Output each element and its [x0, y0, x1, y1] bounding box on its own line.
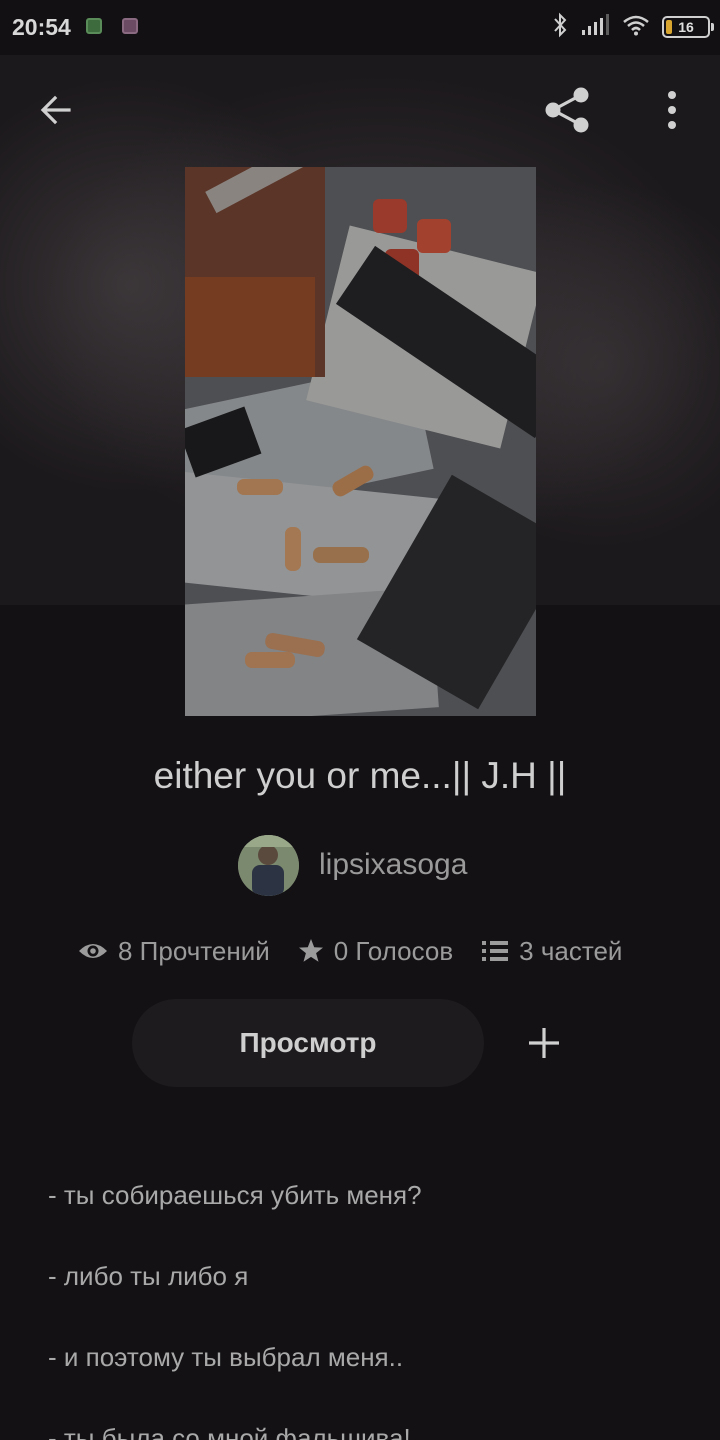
- list-icon: [482, 941, 509, 961]
- status-time: 20:54: [12, 14, 71, 40]
- more-vertical-icon: [668, 91, 676, 129]
- avatar[interactable]: [238, 834, 299, 896]
- signal-icon: [580, 13, 610, 41]
- battery-icon: 16: [662, 16, 714, 38]
- battery-level: 16: [678, 19, 694, 35]
- eye-icon: [79, 944, 107, 958]
- notification-purple-icon: [122, 18, 138, 34]
- notification-green-icon: [86, 18, 102, 34]
- arrow-left-icon: [40, 95, 71, 125]
- author-link[interactable]: lipsixasoga: [238, 834, 467, 896]
- votes-count: 0 Голосов: [333, 935, 454, 966]
- reads-stat: 8 Прочтений: [78, 936, 270, 967]
- avatar-image: [238, 834, 299, 896]
- story-title: either you or me...|| J.H ||: [153, 755, 567, 796]
- story-description: - ты собираешься убить меня? - либо ты л…: [48, 1178, 688, 1440]
- share-icon: [545, 87, 589, 133]
- reads-count: 8 Прочтений: [118, 935, 270, 966]
- author-name[interactable]: lipsixasoga: [319, 848, 467, 882]
- back-button[interactable]: [26, 80, 86, 140]
- description-line: - ты была со мной фальшива!: [48, 1423, 411, 1440]
- share-button[interactable]: [537, 80, 597, 140]
- description-line: - либо ты либо я: [48, 1261, 249, 1291]
- description-line: - и поэтому ты выбрал меня..: [48, 1342, 404, 1372]
- add-to-library-button[interactable]: [516, 1015, 572, 1071]
- parts-count: 3 частей: [519, 935, 623, 966]
- battery-fill: [666, 20, 672, 34]
- status-bar: 20:54 16: [0, 0, 720, 55]
- description-line: - ты собираешься убить меня?: [48, 1180, 422, 1210]
- bluetooth-icon: [552, 12, 568, 43]
- more-options-button[interactable]: [642, 80, 702, 140]
- story-stats: 8 Прочтений 0 Голосов 3 частей: [78, 930, 622, 972]
- story-cover-image[interactable]: [185, 167, 536, 716]
- parts-stat: 3 частей: [481, 936, 622, 967]
- plus-icon: [529, 1028, 559, 1058]
- wifi-icon: [622, 14, 650, 41]
- star-icon: [298, 939, 323, 962]
- votes-stat: 0 Голосов: [298, 936, 453, 967]
- cover-artwork: [185, 167, 536, 716]
- read-button[interactable]: Просмотр: [132, 999, 484, 1087]
